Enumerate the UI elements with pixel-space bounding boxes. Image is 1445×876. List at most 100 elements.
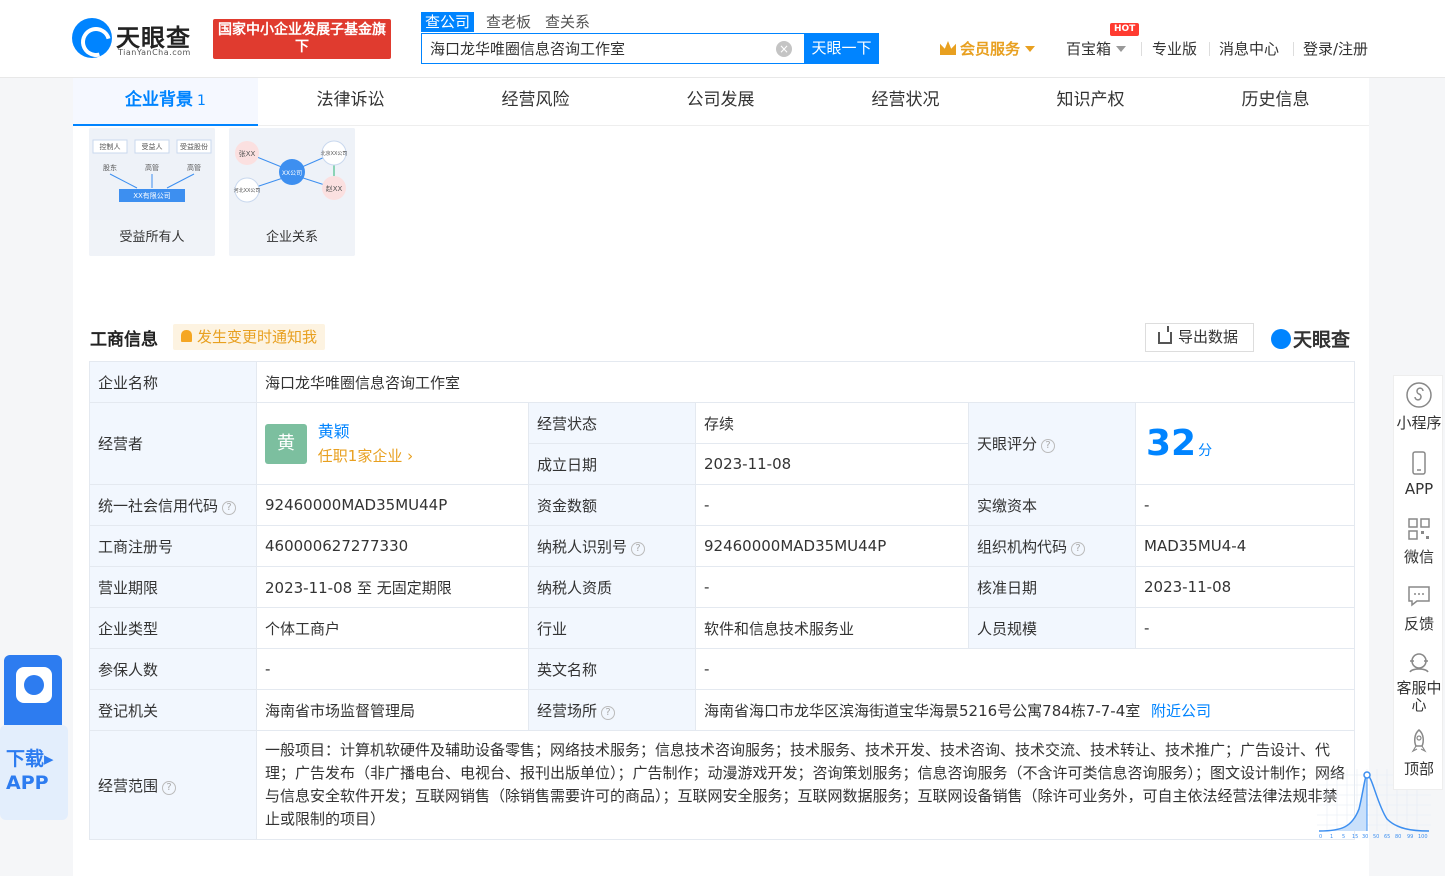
diagram-label: XX公司 xyxy=(282,170,302,177)
staff-value: - xyxy=(1134,607,1356,649)
customer-service-button[interactable]: 客服中心 xyxy=(1394,650,1444,714)
baibao-menu[interactable]: 百宝箱 xyxy=(1066,38,1127,60)
nearby-companies-link[interactable]: 附近公司 xyxy=(1151,702,1211,720)
search-tab-boss[interactable]: 查老板 xyxy=(484,12,533,32)
help-icon[interactable]: ? xyxy=(601,705,616,720)
term-value: 2023-11-08 至 无固定期限 xyxy=(256,566,529,608)
field-key-credit: 统一社会信用代码? xyxy=(89,484,257,526)
feedback-button[interactable]: 反馈 xyxy=(1394,583,1444,634)
pro-version-link[interactable]: 专业版 xyxy=(1152,38,1197,60)
app-qrcode-area xyxy=(4,655,62,725)
axis-tick: 30 xyxy=(1362,834,1368,839)
tab-risk[interactable]: 经营风险 xyxy=(443,78,628,126)
card-beneficial-owner[interactable]: 控制人 受益人 受益股份 股东 高管 高管 XX有限公司 受益所有人 xyxy=(89,128,215,256)
tab-background[interactable]: 企业背景 1 xyxy=(73,78,258,126)
field-key-address: 经营场所? xyxy=(528,689,696,731)
diagram-label: 高管 xyxy=(145,163,159,172)
phone-icon xyxy=(1412,451,1426,475)
field-key: 人员规模 xyxy=(968,607,1136,649)
search-input[interactable] xyxy=(430,39,770,57)
tab-development[interactable]: 公司发展 xyxy=(628,78,813,126)
axis-tick: 99 xyxy=(1407,834,1413,839)
top-header: 天眼查 TianYanCha.com 国家中小企业发展子基金旗下 查公司 查老板… xyxy=(0,0,1445,78)
search-tab-relation[interactable]: 查关系 xyxy=(543,12,592,32)
divider xyxy=(1141,42,1142,56)
status-value: 存续 xyxy=(695,402,969,444)
wechat-button[interactable]: 微信 xyxy=(1394,516,1444,567)
card-enterprise-relation[interactable]: 张XX XX公司 北京XX公司 河北XX公司 赵XX 企业关系 xyxy=(229,128,355,256)
vip-service-menu[interactable]: 会员服务 xyxy=(940,38,1036,60)
baibao-label: 百宝箱 xyxy=(1066,40,1112,58)
diagram-label: 赵XX xyxy=(326,184,343,193)
section-tabs: 企业背景 1 法律诉讼 经营风险 公司发展 经营状况 知识产权 历史信息 xyxy=(73,78,1369,126)
help-icon[interactable]: ? xyxy=(1041,439,1056,453)
table-row: 经营范围? 一般项目：计算机软硬件及辅助设备零售；网络技术服务；信息技术咨询服务… xyxy=(89,730,1356,840)
qrcode-icon xyxy=(1408,518,1430,540)
gov-badge[interactable]: 国家中小企业发展子基金旗下 xyxy=(213,19,391,59)
table-row: 参保人数 - 英文名称 - xyxy=(89,648,1356,690)
business-info-table: 企业名称 海口龙华唯圈信息咨询工作室 经营者 黄 黄颖 任职1家企业 › 经营状… xyxy=(89,361,1431,840)
axis-tick: 0 xyxy=(1319,834,1322,839)
field-key: 企业名称 xyxy=(89,361,257,403)
logo-subtext: TianYanCha.com xyxy=(118,48,191,57)
operator-name-link[interactable]: 黄颖 xyxy=(318,422,350,441)
notify-label: 发生变更时通知我 xyxy=(197,328,318,346)
help-icon[interactable]: ? xyxy=(162,780,177,795)
card-label: 企业关系 xyxy=(229,220,355,256)
feedback-icon xyxy=(1408,586,1430,607)
back-to-top-button[interactable]: 顶部 xyxy=(1394,728,1444,779)
field-key-scope: 经营范围? xyxy=(89,730,257,840)
miniprogram-icon xyxy=(1406,382,1432,408)
card-label: 受益所有人 xyxy=(89,220,215,256)
message-center-link[interactable]: 消息中心 xyxy=(1219,38,1279,60)
export-label: 导出数据 xyxy=(1178,328,1239,346)
hot-badge: HOT xyxy=(1110,23,1140,36)
chevron-down-icon xyxy=(1116,46,1127,52)
tab-history[interactable]: 历史信息 xyxy=(1183,78,1368,126)
right-toolbar: 小程序 APP 微信 反馈 客服中心 顶部 xyxy=(1393,375,1443,790)
table-row: 统一社会信用代码? 92460000MAD35MU44P 资金数额 - 实缴资本… xyxy=(89,484,1356,526)
clear-icon[interactable]: × xyxy=(776,41,792,57)
logo-eye-icon xyxy=(1271,329,1291,349)
company-name-value: 海口龙华唯圈信息咨询工作室 xyxy=(255,361,1356,403)
feature-cards: 控制人 受益人 受益股份 股东 高管 高管 XX有限公司 受益所有人 张XX X… xyxy=(89,128,355,256)
search-box: × xyxy=(421,33,805,64)
relation-diagram: 张XX XX公司 北京XX公司 河北XX公司 赵XX xyxy=(229,128,355,220)
export-data-button[interactable]: 导出数据 xyxy=(1145,323,1254,352)
logo-eye-icon xyxy=(72,18,112,58)
login-register-link[interactable]: 登录/注册 xyxy=(1303,38,1368,60)
diagram-label: 受益股份 xyxy=(180,142,208,151)
field-key: 营业期限 xyxy=(89,566,257,608)
tab-litigation[interactable]: 法律诉讼 xyxy=(258,78,443,126)
axis-tick: 5 xyxy=(1342,834,1345,839)
notify-change-button[interactable]: 发生变更时通知我 xyxy=(173,324,326,350)
field-key: 登记机关 xyxy=(89,689,257,731)
brand-watermark: 天眼查 xyxy=(1271,325,1350,352)
tab-operation[interactable]: 经营状况 xyxy=(813,78,998,126)
avatar: 黄 xyxy=(265,423,307,464)
help-icon[interactable]: ? xyxy=(222,500,237,515)
insured-value: - xyxy=(256,648,529,690)
search-button[interactable]: 天眼一下 xyxy=(804,33,879,64)
bell-icon xyxy=(181,330,192,342)
org-code-value: MAD35MU4-4 xyxy=(1134,525,1356,567)
headset-icon xyxy=(1409,653,1429,673)
help-icon[interactable]: ? xyxy=(1071,541,1086,556)
logo[interactable]: 天眼查 TianYanCha.com xyxy=(72,16,202,60)
table-row: 经营者 黄 黄颖 任职1家企业 › 经营状态 存续 天眼评分? 32 分 0 1… xyxy=(89,402,1431,839)
section-title: 工商信息 xyxy=(90,330,158,350)
miniprogram-button[interactable]: 小程序 xyxy=(1394,382,1444,433)
divider xyxy=(1293,42,1294,56)
field-key: 企业类型 xyxy=(89,607,257,649)
authority-value: 海南省市场监督管理局 xyxy=(256,689,529,731)
help-icon[interactable]: ? xyxy=(631,541,646,556)
field-key-org: 组织机构代码? xyxy=(968,525,1136,567)
operator-positions-link[interactable]: 任职1家企业 › xyxy=(318,447,413,465)
ownership-diagram: 控制人 受益人 受益股份 股东 高管 高管 XX有限公司 xyxy=(89,128,215,220)
download-app-widget[interactable]: 下载▸APP xyxy=(0,655,68,820)
search-tab-company[interactable]: 查公司 xyxy=(421,12,475,32)
table-row: 工商注册号 460000627277330 纳税人识别号? 92460000MA… xyxy=(89,525,1356,567)
tab-ip[interactable]: 知识产权 xyxy=(998,78,1183,126)
axis-tick: 80 xyxy=(1395,834,1401,839)
app-button[interactable]: APP xyxy=(1394,450,1444,498)
